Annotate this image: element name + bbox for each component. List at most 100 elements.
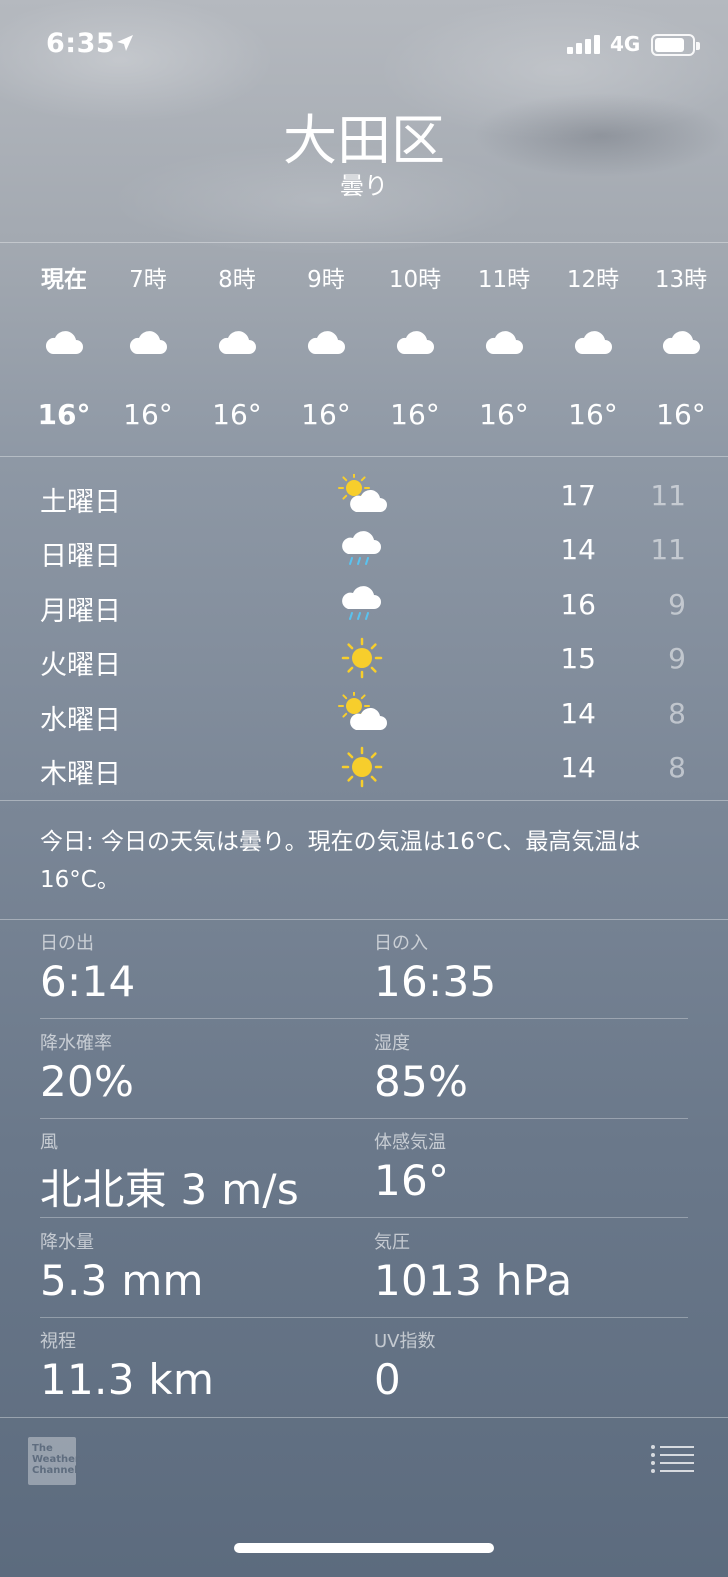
sun-icon [336, 637, 388, 679]
hour-column: 9時 16° [281, 243, 371, 457]
day-low-temp: 9 [668, 642, 686, 676]
detail-label: 日の出 [40, 933, 94, 954]
hour-column: 10時 16° [370, 243, 460, 457]
rain-icon [336, 583, 388, 625]
hour-label: 8時 [218, 267, 256, 293]
detail-value: 6:14 [40, 957, 136, 1006]
hour-label: 11時 [477, 267, 531, 293]
detail-divider [40, 1018, 688, 1019]
battery-icon [651, 34, 700, 56]
hour-column: 7時 16° [103, 243, 193, 457]
day-high-temp: 17 [560, 479, 596, 512]
logo-text-line: Weather [32, 1454, 80, 1465]
hour-temperature: 16° [37, 398, 91, 431]
location-arrow-icon [116, 34, 134, 52]
day-name: 土曜日 [40, 487, 121, 518]
day-high-temp: 14 [560, 696, 596, 730]
cloud-icon [217, 326, 257, 358]
hour-column: 現在 16° [19, 243, 109, 457]
cloud-icon [44, 326, 84, 358]
detail-item: 降水量 5.3 mm [40, 1228, 340, 1305]
sun-icon [336, 746, 388, 788]
hour-temperature: 16° [479, 398, 529, 431]
hour-label: 9時 [307, 267, 345, 293]
day-row: 日曜日 14 11 [0, 522, 728, 576]
status-bar: 6:35 4G [0, 0, 728, 90]
partly-cloudy-icon [336, 691, 388, 734]
hour-column: 11時 16° [459, 243, 549, 457]
weather-channel-logo[interactable]: The Weather Channel [28, 1437, 80, 1485]
day-high-temp: 14 [560, 751, 596, 784]
detail-item: 気圧 1013 hPa [374, 1228, 674, 1305]
day-name: 火曜日 [40, 650, 121, 682]
detail-value: 1013 hPa [374, 1255, 573, 1305]
logo-text-line: The [32, 1443, 53, 1454]
hour-temperature: 16° [568, 398, 618, 431]
day-name: 木曜日 [40, 759, 121, 790]
city-name: 大田区 [283, 109, 445, 172]
hourly-forecast[interactable]: 現在 16° 7時 16° 8時 16° 9時 16° 10時 16° 11時 16° 12時 16° 13… [0, 243, 728, 457]
detail-label: 体感気温 [374, 1132, 446, 1153]
day-low-temp: 9 [668, 587, 686, 621]
detail-item: UV指数 0 [374, 1327, 674, 1404]
signal-icon [567, 34, 600, 54]
detail-item: 日の出 6:14 [40, 929, 340, 1006]
day-name: 水曜日 [40, 704, 121, 736]
detail-item: 体感気温 16° [374, 1128, 674, 1205]
detail-item: 風北北東 3 m/s [40, 1128, 340, 1217]
logo-text-line: Channel [32, 1465, 78, 1476]
detail-label: 降水量 [40, 1231, 94, 1253]
detail-label: 気圧 [374, 1231, 410, 1253]
cloud-icon [661, 326, 701, 358]
day-low-temp: 11 [650, 533, 686, 567]
detail-value: 11.3 km [40, 1355, 215, 1404]
cloud-icon [128, 326, 168, 358]
detail-item: 日の入 16:35 [374, 929, 674, 1006]
detail-label: 湿度 [374, 1032, 410, 1054]
hour-temperature: 16° [301, 398, 351, 431]
day-row: 木曜日 14 8 [0, 740, 728, 794]
hour-label: 7時 [129, 267, 167, 293]
today-summary: 今日: 今日の天気は曇り。現在の気温は16°C、最高気温は16°C。 [40, 829, 641, 893]
cloud-icon [306, 326, 346, 358]
list-icon [651, 1445, 694, 1473]
detail-item: 湿度 85% [374, 1029, 674, 1106]
day-row: 水曜日 14 8 [0, 686, 728, 740]
hour-column: 12時 16° [548, 243, 638, 457]
detail-value: 0 [374, 1355, 402, 1404]
detail-value: 20% [40, 1056, 135, 1106]
status-time: 6:35 [46, 28, 116, 59]
detail-item: 降水確率 20% [40, 1029, 340, 1106]
divider [0, 919, 728, 920]
detail-value: 85% [374, 1056, 469, 1106]
hour-temperature: 16° [212, 398, 262, 431]
detail-label: 日の入 [374, 933, 428, 954]
hour-temperature: 16° [123, 398, 173, 431]
home-indicator[interactable] [234, 1543, 494, 1553]
network-type: 4G [610, 32, 641, 56]
detail-divider [40, 1117, 688, 1119]
cloud-icon [395, 326, 435, 358]
hour-temperature: 16° [390, 398, 440, 431]
detail-item: 視程 11.3 km [40, 1327, 340, 1404]
current-condition: 曇り [340, 172, 388, 200]
day-name: 月曜日 [40, 595, 121, 627]
hour-label: 13時 [654, 267, 708, 293]
day-row: 土曜日 17 11 [0, 468, 728, 522]
hour-label: 12時 [566, 267, 620, 293]
day-low-temp: 11 [650, 479, 686, 512]
day-row: 月曜日 16 9 [0, 577, 728, 631]
detail-value: 16° [374, 1156, 450, 1205]
hour-label: 現在 [41, 267, 87, 293]
detail-value: 北北東 3 m/s [40, 1165, 300, 1214]
hour-temperature: 16° [656, 398, 706, 431]
cloud-icon [573, 326, 613, 358]
detail-label: 降水確率 [40, 1032, 112, 1054]
day-high-temp: 16 [560, 587, 596, 621]
city-list-button[interactable] [650, 1444, 696, 1474]
detail-label: 視程 [40, 1331, 76, 1352]
day-name: 日曜日 [40, 541, 121, 573]
day-low-temp: 8 [668, 751, 686, 784]
detail-label: 風 [40, 1132, 58, 1153]
detail-value: 5.3 mm [40, 1255, 204, 1305]
